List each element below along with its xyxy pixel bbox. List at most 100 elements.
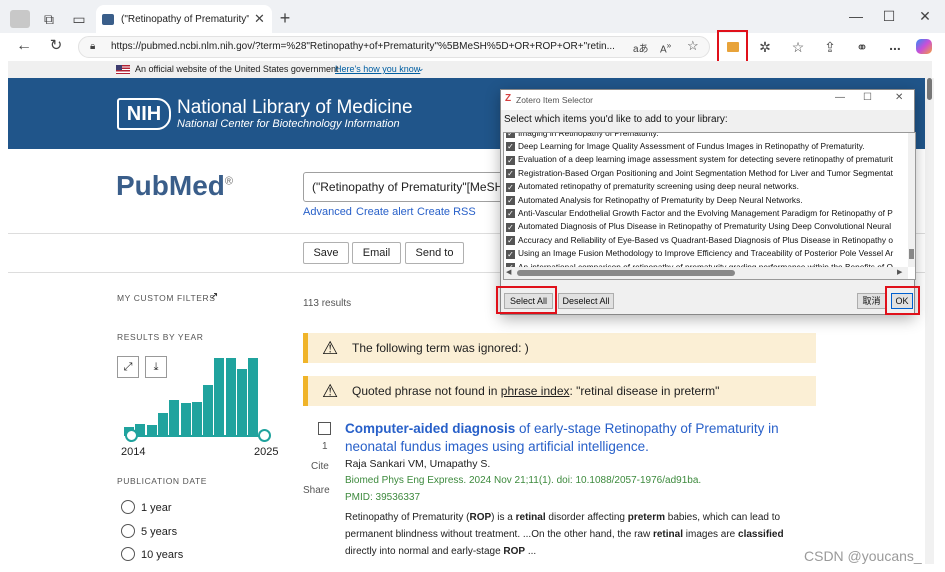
tab-close-icon[interactable]: ✕ (254, 11, 265, 27)
collections-icon[interactable]: ⚭ (854, 37, 870, 57)
more-menu-icon[interactable]: ... (887, 35, 903, 55)
deselect-all-button[interactable]: Deselect All (558, 293, 614, 309)
pubmed-favicon (102, 14, 114, 25)
radio-10-years[interactable] (121, 547, 135, 561)
histogram-bar (191, 401, 202, 436)
zotero-item[interactable]: ✓ Using an Image Fusion Methodology to Im… (506, 247, 893, 260)
zotero-titlebar[interactable]: Z Zotero Item Selector — ☐ ✕ (501, 90, 914, 110)
zotero-item-partial: Imaging in Retinopathy of Prematurity. (518, 132, 659, 138)
create-alert-link[interactable]: Create alert (356, 206, 413, 218)
profile-icon[interactable] (10, 10, 30, 28)
window-close-icon[interactable]: ✕ (917, 6, 933, 26)
checkbox-checked-icon[interactable]: ✓ (506, 249, 515, 259)
article-title-link[interactable]: Computer-aided diagnosis of early-stage … (345, 420, 815, 456)
back-icon[interactable]: ← (15, 36, 33, 56)
zotero-item[interactable]: ✓ Automated Analysis for Retinopathy of P… (506, 194, 803, 207)
cite-button[interactable]: Cite (311, 461, 329, 472)
warning-icon: ⚠︎ (322, 338, 339, 358)
highlight-ok (885, 286, 920, 315)
browser-tab[interactable]: ("Retinopathy of Prematurity"[Me ✕ (96, 5, 272, 35)
zotero-z-icon: Z (505, 93, 512, 104)
share-icon[interactable]: ⇪ (822, 37, 838, 57)
zotero-vscroll[interactable] (908, 133, 915, 267)
nlm-title[interactable]: National Library of Medicine (177, 97, 413, 119)
heres-how-link[interactable]: Here's how you know (335, 64, 420, 74)
zotero-item[interactable]: ✓ Registration-Based Organ Positioning an… (506, 167, 893, 180)
zotero-item-list[interactable]: ✓ Imaging in Retinopathy of Prematurity. … (503, 132, 916, 280)
checkbox-checked-icon[interactable]: ✓ (506, 195, 515, 205)
zotero-maximize-icon[interactable]: ☐ (863, 92, 872, 103)
copilot-icon[interactable] (916, 39, 932, 54)
chevron-down-icon: ⌄ (417, 63, 425, 73)
favorite-star-icon[interactable]: ☆ (687, 38, 699, 54)
checkbox-checked-icon[interactable]: ✓ (506, 169, 515, 179)
results-count: 113 results (303, 298, 352, 309)
registered-mark: ® (224, 175, 233, 188)
radio-5-years[interactable] (121, 524, 135, 538)
address-bar[interactable]: 🔒︎ https://pubmed.ncbi.nlm.nih.gov/?term… (78, 36, 710, 58)
page-scrollbar[interactable] (925, 78, 934, 564)
highlight-select-all (496, 286, 557, 314)
watermark: CSDN @youcans_ (804, 548, 922, 564)
zotero-item[interactable]: ✓ Automated Diagnosis of Plus Disease in … (506, 220, 891, 233)
favorites-icon[interactable]: ☆ (790, 37, 806, 57)
slider-handle-start[interactable] (125, 429, 138, 442)
zotero-item[interactable]: ✓ Anti-Vascular Endothelial Growth Factor… (506, 207, 893, 220)
radio-label: 10 years (141, 549, 184, 561)
phrase-index-link[interactable]: phrase index (501, 384, 570, 398)
cancel-button[interactable]: 取消 (857, 293, 886, 309)
zotero-minimize-icon[interactable]: — (835, 92, 845, 103)
radio-label: 1 year (141, 502, 172, 514)
external-link-icon[interactable]: ↗ (210, 291, 218, 302)
radio-1-year[interactable] (121, 500, 135, 514)
translate-icon[interactable]: aあ (633, 40, 649, 55)
results-by-year-label: RESULTS BY YEAR (117, 332, 204, 342)
advanced-link[interactable]: Advanced (303, 206, 352, 218)
year-histogram[interactable] (124, 358, 260, 436)
histogram-bar (225, 358, 236, 436)
result-checkbox[interactable] (318, 422, 331, 435)
gov-banner-text: An official website of the United States… (135, 64, 339, 74)
pubmed-logo[interactable]: PubMed® (116, 170, 233, 202)
publication-date-label: PUBLICATION DATE (117, 476, 208, 486)
zotero-item[interactable]: ✓ Automated retinopathy of prematurity sc… (506, 180, 799, 193)
checkbox-checked-icon[interactable]: ✓ (506, 222, 515, 232)
year-slider-track (131, 435, 264, 437)
checkbox-checked-icon[interactable]: ✓ (506, 236, 515, 246)
checkbox-checked-icon[interactable]: ✓ (506, 142, 515, 152)
zotero-item[interactable]: ✓ Accuracy and Reliability of Eye-Based v… (506, 234, 893, 247)
phrase-not-found-note: ⚠︎ Quoted phrase not found in phrase ind… (303, 376, 816, 406)
zotero-close-icon[interactable]: ✕ (895, 92, 903, 103)
result-index: 1 (322, 441, 328, 452)
email-button[interactable]: Email (352, 242, 401, 264)
browser-tab-bar: ⧉ ▭ ("Retinopathy of Prematurity"[Me ✕ +… (0, 0, 945, 36)
nih-logo[interactable]: NIH (117, 98, 171, 130)
zotero-hscroll[interactable]: ◀ ▶ (504, 267, 908, 279)
histogram-bar (214, 358, 225, 436)
zotero-item[interactable]: ✓ Deep Learning for Image Quality Assessm… (506, 140, 865, 153)
workspaces-icon[interactable]: ⧉ (40, 9, 58, 29)
zotero-item[interactable]: ✓ Evaluation of a deep learning image ass… (506, 153, 893, 166)
send-to-button[interactable]: Send to (405, 242, 464, 264)
slider-handle-end[interactable] (258, 429, 271, 442)
share-button[interactable]: Share (303, 485, 330, 496)
reload-icon[interactable]: ↻ (47, 36, 65, 56)
checkbox-checked-icon[interactable]: ✓ (506, 182, 515, 192)
us-flag-icon (116, 65, 130, 74)
create-rss-link[interactable]: Create RSS (417, 206, 476, 218)
checkbox-checked-icon[interactable]: ✓ (506, 155, 515, 165)
maximize-icon[interactable]: ☐ (881, 6, 897, 26)
tab-actions-icon[interactable]: ▭ (70, 9, 88, 29)
article-pmid: PMID: 39536337 (345, 492, 421, 503)
extensions-icon[interactable]: ✲ (757, 37, 773, 57)
warning-icon: ⚠︎ (322, 381, 339, 401)
year-start-label: 2014 (121, 446, 146, 458)
search-input[interactable]: ("Retinopathy of Prematurity"[MeSH (303, 172, 513, 202)
article-authors: Raja Sankari VM, Umapathy S. (345, 458, 491, 470)
minimize-icon[interactable]: — (848, 6, 864, 26)
histogram-bar (237, 368, 247, 436)
save-button[interactable]: Save (303, 242, 349, 264)
checkbox-checked-icon[interactable]: ✓ (506, 209, 515, 219)
new-tab-button[interactable]: + (277, 8, 293, 28)
read-aloud-icon[interactable]: A» (660, 40, 671, 55)
